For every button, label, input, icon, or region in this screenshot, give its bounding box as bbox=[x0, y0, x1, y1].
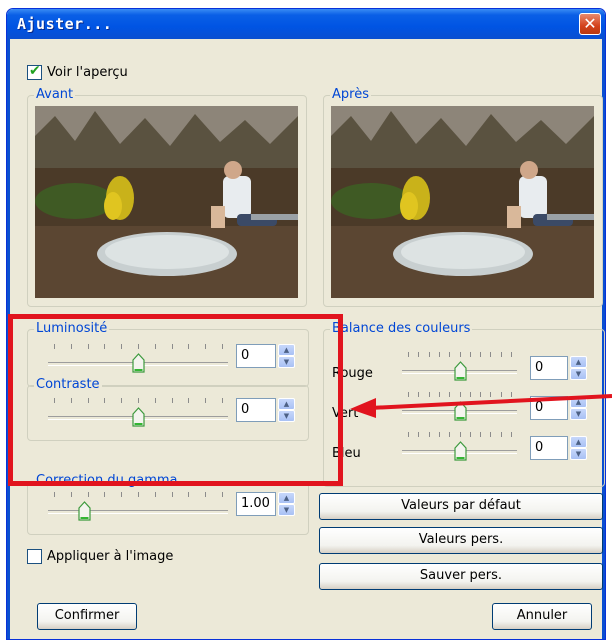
cancel-button[interactable]: Annuler bbox=[492, 603, 592, 630]
slider-tick bbox=[222, 492, 223, 497]
rouge-slider[interactable] bbox=[402, 352, 517, 386]
before-group: Avant bbox=[27, 87, 307, 307]
gamma-value[interactable]: 1.00 bbox=[236, 492, 276, 516]
close-button[interactable]: ✕ bbox=[579, 13, 601, 35]
slider-tick bbox=[500, 432, 502, 437]
window-title: Ajuster... bbox=[17, 15, 113, 33]
slider-tick bbox=[490, 352, 492, 357]
close-icon: ✕ bbox=[583, 14, 597, 33]
slider-tick bbox=[188, 492, 190, 497]
confirm-button[interactable]: Confirmer bbox=[37, 603, 137, 630]
slider-tick bbox=[459, 432, 461, 437]
slider-track bbox=[48, 510, 228, 514]
red-arrow-icon bbox=[350, 394, 612, 418]
slider-tick bbox=[87, 492, 89, 497]
slider-tick bbox=[469, 352, 471, 357]
before-photo bbox=[35, 106, 298, 298]
preview-checkbox[interactable]: ✔ bbox=[27, 63, 42, 80]
slider-tick bbox=[418, 432, 420, 437]
slider-tick bbox=[205, 492, 207, 497]
slider-tick bbox=[438, 352, 440, 357]
gamma-slider[interactable] bbox=[48, 492, 228, 526]
after-label: Après bbox=[330, 87, 371, 102]
spin-down-icon[interactable]: ▼ bbox=[570, 368, 587, 380]
slider-tick bbox=[511, 432, 512, 437]
rouge-value[interactable]: 0 bbox=[530, 356, 568, 380]
after-image bbox=[331, 106, 594, 298]
bleu-slider[interactable] bbox=[402, 432, 517, 466]
after-photo bbox=[331, 106, 594, 298]
slider-tick bbox=[480, 432, 482, 437]
gamma-group: Correction du gamma 1.00 ▲ ▼ bbox=[27, 473, 309, 535]
slider-tick bbox=[500, 352, 502, 357]
preview-checkbox-label[interactable]: Voir l'aperçu bbox=[47, 65, 128, 80]
slider-thumb[interactable] bbox=[453, 441, 467, 461]
slider-tick bbox=[418, 352, 420, 357]
slider-tick bbox=[459, 352, 461, 357]
slider-thumb[interactable] bbox=[453, 361, 467, 381]
slider-tick bbox=[54, 492, 55, 497]
slider-tick bbox=[138, 492, 139, 497]
red-highlight-box bbox=[8, 314, 343, 486]
save-custom-button[interactable]: Sauver pers. bbox=[319, 563, 603, 590]
slider-tick bbox=[480, 352, 482, 357]
slider-tick bbox=[408, 432, 409, 437]
slider-tick bbox=[428, 432, 430, 437]
slider-tick bbox=[449, 352, 451, 357]
spin-down-icon[interactable]: ▼ bbox=[570, 448, 587, 460]
slider-tick bbox=[469, 432, 471, 437]
slider-tick bbox=[449, 432, 451, 437]
slider-tick bbox=[428, 352, 430, 357]
slider-thumb[interactable] bbox=[78, 501, 91, 521]
color-balance-title: Balance des couleurs bbox=[330, 321, 473, 336]
slider-ticks bbox=[402, 352, 517, 360]
apply-checkbox-label[interactable]: Appliquer à l'image bbox=[47, 549, 173, 564]
slider-tick bbox=[438, 432, 440, 437]
before-image bbox=[35, 106, 298, 298]
spin-up-icon[interactable]: ▲ bbox=[570, 436, 587, 448]
title-bar[interactable]: Ajuster... ✕ bbox=[7, 9, 605, 39]
slider-tick bbox=[154, 492, 156, 497]
slider-tick bbox=[171, 492, 173, 497]
apply-checkbox[interactable] bbox=[27, 549, 42, 564]
spin-down-icon[interactable]: ▼ bbox=[278, 504, 295, 516]
spin-up-icon[interactable]: ▲ bbox=[278, 492, 295, 504]
slider-tick bbox=[490, 432, 492, 437]
slider-tick bbox=[121, 492, 123, 497]
slider-tick bbox=[104, 492, 106, 497]
bleu-value[interactable]: 0 bbox=[530, 436, 568, 460]
slider-tick bbox=[408, 352, 409, 357]
default-values-button[interactable]: Valeurs par défaut bbox=[319, 493, 603, 520]
slider-tick bbox=[511, 352, 512, 357]
before-label: Avant bbox=[34, 87, 76, 102]
after-group: Après bbox=[323, 87, 603, 307]
custom-values-button[interactable]: Valeurs pers. bbox=[319, 527, 603, 554]
spin-up-icon[interactable]: ▲ bbox=[570, 356, 587, 368]
slider-ticks bbox=[402, 432, 517, 440]
slider-tick bbox=[70, 492, 72, 497]
slider-ticks bbox=[48, 492, 228, 500]
check-icon: ✔ bbox=[29, 63, 41, 79]
